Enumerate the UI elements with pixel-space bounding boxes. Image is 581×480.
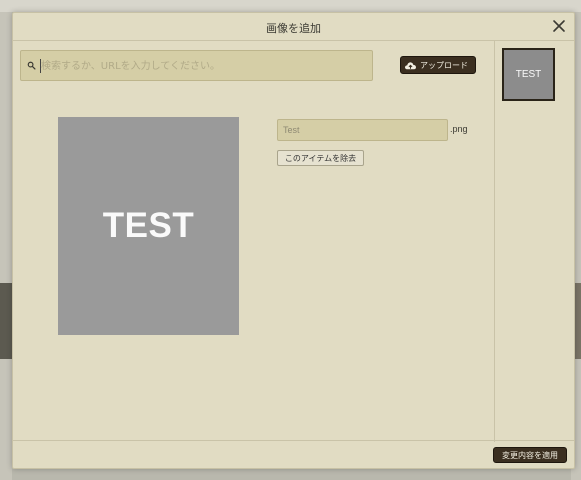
thumbnail-text: TEST [515, 69, 542, 80]
close-button[interactable] [551, 18, 567, 34]
search-icon [27, 61, 36, 70]
modal-title: 画像を追加 [266, 22, 321, 35]
background-toolbar [0, 0, 581, 12]
modal-footer: 変更内容を適用 [13, 440, 574, 468]
main-pane: アップロード TEST .png このアイテムを除去 [13, 41, 494, 442]
cloud-upload-icon [405, 61, 416, 69]
image-preview: TEST [58, 117, 239, 335]
add-image-modal: 画像を追加 アップロード TEST .png [12, 12, 575, 469]
upload-button-label: アップロード [420, 60, 468, 70]
thumbnail-pane: TEST [494, 41, 575, 442]
apply-changes-button[interactable]: 変更内容を適用 [493, 447, 567, 463]
close-icon [553, 20, 565, 32]
background-left-image [0, 283, 12, 359]
upload-button[interactable]: アップロード [400, 56, 476, 74]
filename-input[interactable] [277, 119, 448, 141]
file-extension-label: .png [450, 124, 468, 134]
modal-header: 画像を追加 [13, 13, 574, 41]
image-thumbnail[interactable]: TEST [502, 48, 555, 101]
remove-item-button[interactable]: このアイテムを除去 [277, 150, 364, 166]
search-input[interactable] [41, 57, 366, 75]
background-left-edge [0, 12, 12, 480]
search-box[interactable] [20, 50, 373, 81]
preview-image-text: TEST [102, 206, 195, 245]
